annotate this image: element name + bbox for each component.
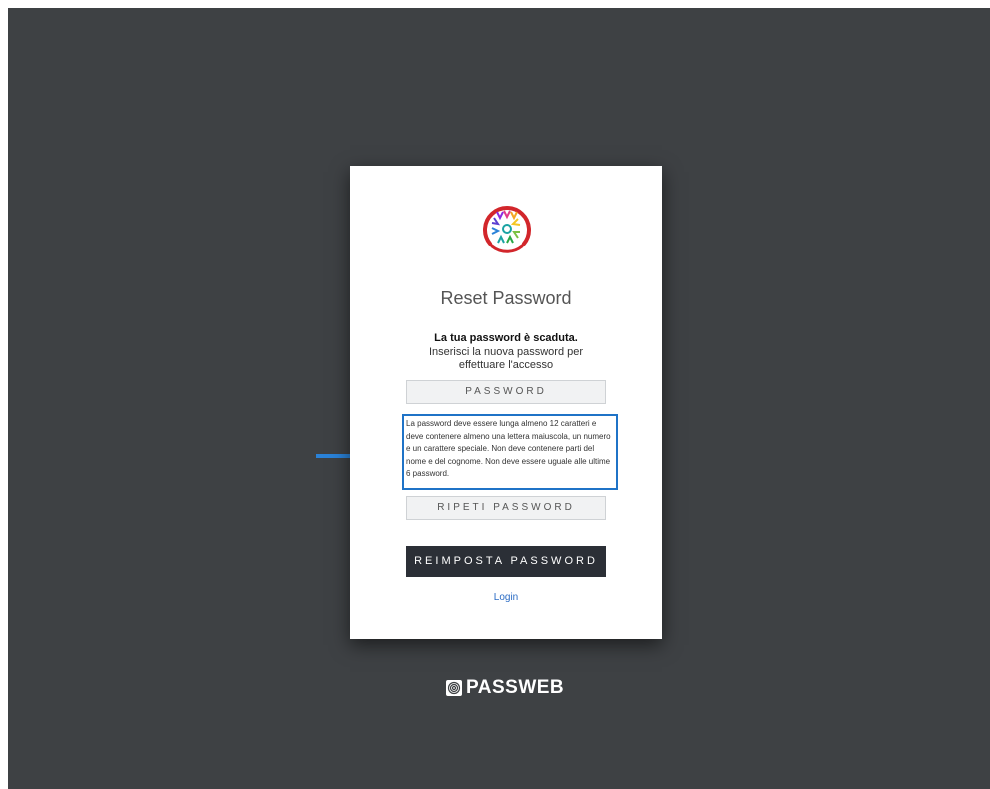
password-input[interactable]: PASSWORD — [406, 380, 606, 404]
page-title: Reset Password — [440, 288, 572, 308]
login-link[interactable]: Login — [350, 592, 662, 603]
password-requirements-hint: La password deve essere lunga almeno 12 … — [402, 414, 618, 490]
repeat-password-input[interactable]: RIPETI PASSWORD — [406, 496, 606, 520]
sun-rays-logo-icon — [483, 206, 531, 253]
reset-password-button[interactable]: REIMPOSTA PASSWORD — [406, 546, 606, 577]
instruction-message: Inserisci la nuova password per effettua… — [428, 346, 584, 371]
expired-message: La tua password è scaduta. — [434, 332, 578, 344]
passweb-brand: PASSWEB — [446, 676, 564, 700]
passweb-fingerprint-icon — [446, 680, 462, 696]
brand-name: PASSWEB — [466, 677, 565, 698]
reset-password-card: Reset Password La tua password è scaduta… — [350, 166, 662, 639]
